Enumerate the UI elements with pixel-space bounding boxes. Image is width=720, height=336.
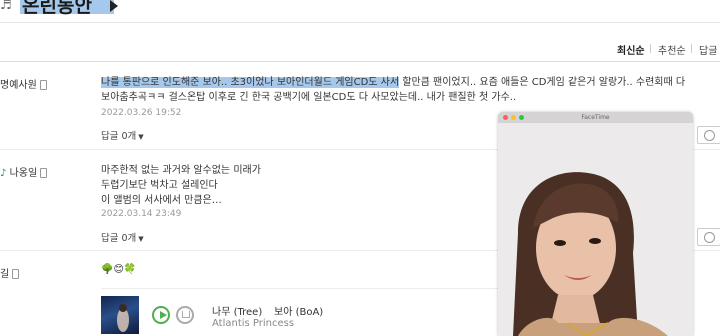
caret-down-icon: ▼	[138, 235, 144, 243]
comment-user[interactable]: 길	[0, 265, 20, 280]
window-titlebar[interactable]: FaceTime	[498, 112, 693, 123]
divider	[650, 44, 651, 53]
facetime-window[interactable]: FaceTime	[498, 112, 693, 336]
page-title-text: 온린동안	[22, 0, 92, 17]
window-title: FaceTime	[581, 114, 610, 121]
comment-date: 2022.03.26 19:52	[101, 108, 182, 118]
divider	[691, 44, 692, 53]
cursor-arrow-icon	[110, 0, 118, 12]
album-title[interactable]: Atlantis Princess	[212, 318, 294, 329]
comment-text: 나를 통판으로 인도해준 보아.. 초3이었나 보아인더월드 게임CD도 사서 …	[101, 75, 685, 90]
sort-replies[interactable]: 답글	[699, 42, 717, 57]
comment-text-rest: 할만큼 팬이었지.. 요즘 애들은 CD게임 같은거 알랑가.. 수련회때 다	[402, 77, 686, 88]
user-name: 명예사원	[0, 80, 37, 91]
like-button[interactable]	[697, 126, 720, 144]
album-cover-image[interactable]	[101, 296, 139, 334]
divider	[101, 288, 498, 289]
emoji-text: 🌳😊🍀	[101, 264, 137, 275]
comment-user[interactable]: ♪ 나옹일	[0, 164, 48, 179]
comment-text-line: 보아춤추곡ㅋㅋ 걸스온탑 이후로 긴 한국 공백기에 일본CD도 다 사모았는데…	[101, 92, 517, 103]
comment-text-line: 두렵기보단 벅차고 설레인다	[101, 180, 218, 191]
divider	[0, 22, 720, 23]
sort-recommended[interactable]: 추천순	[658, 42, 686, 57]
comment-date: 2022.03.14 23:49	[101, 209, 182, 219]
caret-down-icon: ▼	[138, 133, 144, 141]
mobile-icon	[39, 80, 47, 90]
video-feed-image	[498, 123, 693, 336]
reply-toggle[interactable]: 답글 0개 ▼	[101, 230, 144, 244]
comment-text-line: 마주한적 없는 과거와 알수없는 미래가	[101, 165, 261, 176]
reply-toggle[interactable]: 답글 0개 ▼	[101, 128, 144, 142]
like-button[interactable]	[697, 228, 720, 246]
reply-count: 답글 0개	[101, 131, 137, 142]
user-name: 길	[0, 269, 10, 280]
divider	[0, 61, 720, 62]
mobile-icon	[12, 269, 20, 279]
mobile-icon	[40, 168, 48, 178]
song-title[interactable]: 나무 (Tree)	[212, 303, 262, 318]
selected-text: 나를 통판으로 인도해준 보아.. 초3이었나 보아인더월드 게임CD도 사서	[101, 77, 400, 88]
add-to-playlist-button[interactable]	[176, 306, 194, 324]
comment-user[interactable]: 명예사원	[0, 76, 47, 91]
page-title: ♬ 온린동안	[0, 0, 128, 17]
reply-count: 답글 0개	[101, 233, 137, 244]
song-artist[interactable]: 보아 (BoA)	[274, 303, 323, 318]
user-name: 나옹일	[9, 168, 38, 179]
play-button[interactable]	[152, 306, 170, 324]
sort-latest[interactable]: 최신순	[617, 42, 645, 57]
music-note-icon: ♬	[0, 0, 12, 13]
comment-text-line: 이 앨범의 서사에서 만큼은…	[101, 195, 222, 206]
